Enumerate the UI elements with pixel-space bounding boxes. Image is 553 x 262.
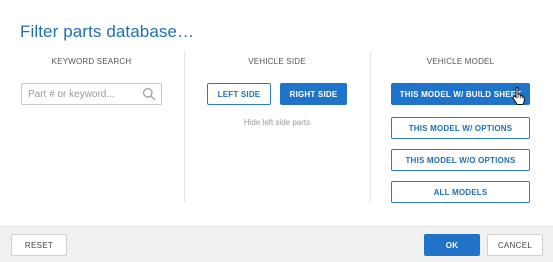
- search-icon[interactable]: [142, 87, 156, 101]
- reset-button[interactable]: RESET: [11, 234, 67, 256]
- left-side-button[interactable]: LEFT SIDE: [207, 83, 271, 105]
- model-build-sheet-button[interactable]: THIS MODEL W/ BUILD SHEET: [391, 83, 530, 105]
- vehicle-side-hint: Hide left side parts: [243, 118, 311, 127]
- all-models-button[interactable]: ALL MODELS: [391, 181, 530, 203]
- right-side-button[interactable]: RIGHT SIDE: [280, 83, 347, 105]
- keyword-search-input[interactable]: [22, 84, 132, 105]
- dialog-title: Filter parts database…: [20, 22, 195, 41]
- model-without-options-button[interactable]: THIS MODEL w/o OPTIONS: [391, 149, 530, 171]
- column-divider: [370, 52, 371, 202]
- ok-button[interactable]: OK: [424, 234, 480, 256]
- vehicle-model-heading: VEHICLE MODEL: [426, 57, 495, 66]
- keyword-search-heading: KEYWORD SEARCH: [51, 57, 132, 66]
- filter-parts-dialog: Filter parts database… KEYWORD SEARCH VE…: [0, 0, 553, 262]
- column-divider: [184, 52, 185, 202]
- dialog-footer: RESET OK CANCEL: [0, 226, 553, 262]
- vehicle-side-heading: VEHICLE SIDE: [248, 57, 306, 66]
- model-with-options-button[interactable]: THIS MODEL w/ OPTIONS: [391, 117, 530, 139]
- keyword-search-box[interactable]: [21, 83, 162, 105]
- cancel-button[interactable]: CANCEL: [487, 234, 543, 256]
